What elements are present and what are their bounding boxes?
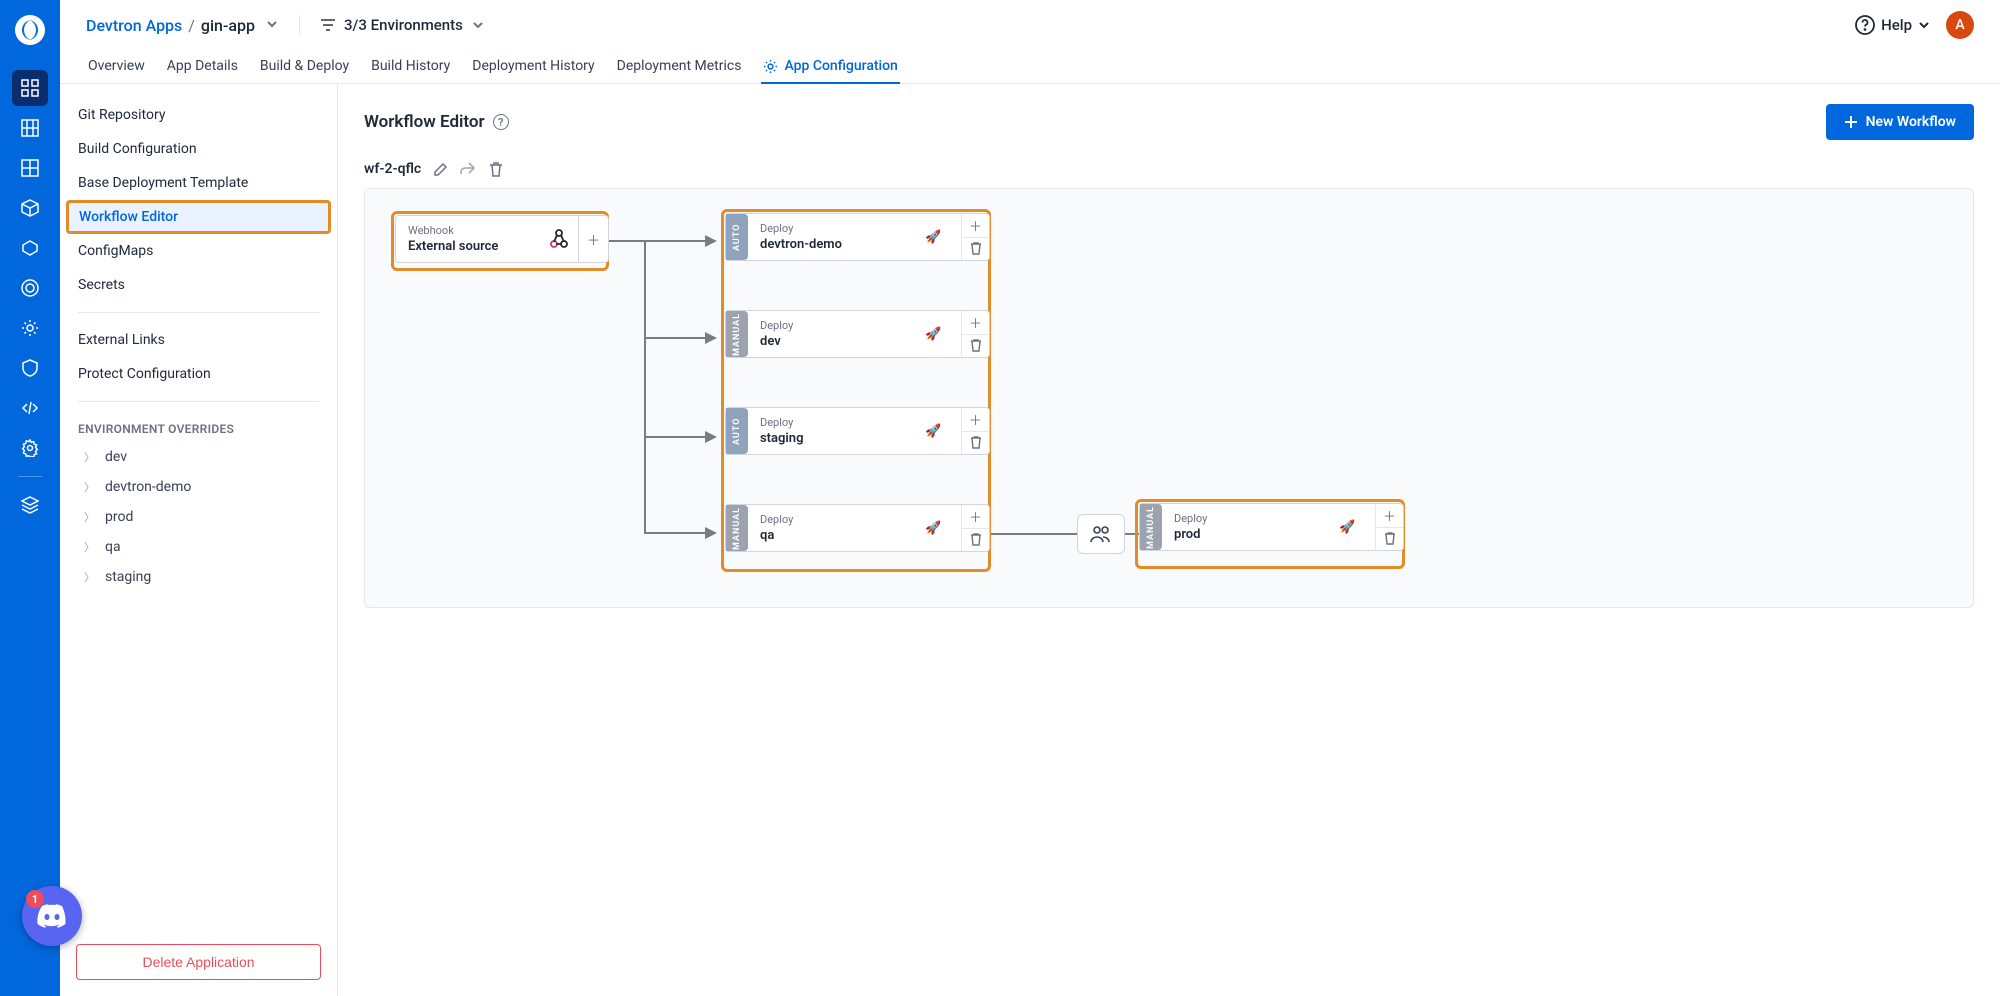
tab-build-history[interactable]: Build History — [369, 50, 452, 84]
plus-icon — [1844, 115, 1858, 129]
rocket-icon: 🚀 — [925, 521, 949, 536]
sidebar-item-git-repository[interactable]: Git Repository — [60, 98, 337, 132]
tab-app-configuration[interactable]: App Configuration — [761, 50, 899, 84]
discord-badge: 1 — [26, 890, 44, 908]
top-bar: Devtron Apps / gin-app 3/3 Environments … — [60, 0, 2000, 50]
rocket-icon: 🚀 — [925, 327, 949, 342]
approval-gate[interactable] — [1077, 514, 1125, 554]
plus-icon[interactable]: ＋ — [962, 311, 989, 335]
trash-icon[interactable] — [962, 529, 989, 552]
avatar[interactable]: A — [1946, 11, 1974, 39]
deploy-mode-badge: AUTO — [726, 214, 748, 260]
deploy-node-staging[interactable]: AUTODeploystaging🚀＋ — [725, 407, 990, 455]
deploy-mode-badge: MANUAL — [726, 311, 748, 357]
deploy-mode-badge: MANUAL — [1140, 504, 1162, 550]
plus-icon[interactable]: ＋ — [962, 408, 989, 432]
chevron-down-icon — [471, 18, 485, 32]
workflow-canvas: Webhook External source ＋ AUTODeploydevt… — [364, 188, 1974, 608]
plus-icon[interactable]: ＋ — [962, 505, 989, 529]
new-workflow-button[interactable]: New Workflow — [1826, 104, 1974, 140]
tab-overview[interactable]: Overview — [86, 50, 147, 84]
help-button[interactable]: Help — [1855, 15, 1930, 35]
help-circle-icon[interactable]: ? — [493, 114, 509, 130]
env-override-dev[interactable]: 〉dev — [60, 442, 337, 472]
rail-shield-icon[interactable] — [12, 350, 48, 386]
env-overrides-heading: ENVIRONMENT OVERRIDES — [60, 412, 337, 442]
rocket-icon: 🚀 — [925, 424, 949, 439]
webhook-icon — [540, 216, 578, 262]
breadcrumb-current: gin-app — [201, 16, 255, 35]
rail-code-icon[interactable] — [12, 390, 48, 426]
breadcrumb: Devtron Apps / gin-app — [86, 16, 279, 35]
env-override-staging[interactable]: 〉staging — [60, 562, 337, 592]
add-icon[interactable]: ＋ — [578, 216, 608, 262]
env-override-devtron-demo[interactable]: 〉devtron-demo — [60, 472, 337, 502]
chevron-down-icon — [1918, 19, 1930, 31]
forward-icon[interactable] — [459, 160, 477, 178]
rail-apps-icon[interactable] — [12, 70, 48, 106]
sidebar-item-base-deployment-template[interactable]: Base Deployment Template — [60, 166, 337, 200]
chevron-down-icon[interactable] — [265, 16, 279, 35]
tab-build-deploy[interactable]: Build & Deploy — [258, 50, 351, 84]
help-circle-icon — [1855, 15, 1875, 35]
sidebar-item-secrets[interactable]: Secrets — [60, 268, 337, 302]
sidebar-item-build-configuration[interactable]: Build Configuration — [60, 132, 337, 166]
chevron-right-icon: 〉 — [84, 569, 95, 585]
users-icon — [1090, 525, 1112, 543]
deploy-mode-badge: AUTO — [726, 408, 748, 454]
tab-deployment-metrics[interactable]: Deployment Metrics — [615, 50, 744, 84]
deploy-node-dev[interactable]: MANUALDeploydev🚀＋ — [725, 310, 990, 358]
trash-icon[interactable] — [962, 238, 989, 261]
delete-application-button[interactable]: Delete Application — [76, 944, 321, 980]
rail-box-icon[interactable] — [12, 190, 48, 226]
rail-grid2-icon[interactable] — [12, 110, 48, 146]
breadcrumb-parent[interactable]: Devtron Apps — [86, 16, 182, 35]
rail-settings-icon[interactable] — [12, 430, 48, 466]
tab-app-details[interactable]: App Details — [165, 50, 240, 84]
rail-cube-icon[interactable] — [12, 230, 48, 266]
workflow-name-row: wf-2-qflc — [364, 160, 1974, 178]
gear-icon — [763, 59, 778, 74]
page-title: Workflow Editor ? — [364, 112, 509, 132]
workflow-name: wf-2-qflc — [364, 161, 421, 177]
rail-gear-icon[interactable] — [12, 310, 48, 346]
deploy-node-devtron-demo[interactable]: AUTODeploydevtron-demo🚀＋ — [725, 213, 990, 261]
trash-icon[interactable] — [962, 432, 989, 455]
chevron-right-icon: 〉 — [84, 509, 95, 525]
tab-deployment-history[interactable]: Deployment History — [470, 50, 596, 84]
sidebar-item-protect-configuration[interactable]: Protect Configuration — [60, 357, 337, 391]
sidebar-item-workflow-editor[interactable]: Workflow Editor — [66, 200, 331, 234]
deploy-mode-badge: MANUAL — [726, 505, 748, 551]
deploy-node-prod[interactable]: MANUAL Deploy prod 🚀 ＋ — [1139, 503, 1404, 551]
plus-icon[interactable]: ＋ — [962, 214, 989, 238]
rocket-icon: 🚀 — [1339, 520, 1363, 535]
trash-icon[interactable] — [962, 335, 989, 358]
trash-icon[interactable] — [487, 160, 505, 178]
discord-button[interactable]: 1 — [22, 886, 82, 946]
deploy-node-qa[interactable]: MANUALDeployqa🚀＋ — [725, 504, 990, 552]
env-override-qa[interactable]: 〉qa — [60, 532, 337, 562]
rail-window-icon[interactable] — [12, 150, 48, 186]
chevron-right-icon: 〉 — [84, 539, 95, 555]
plus-icon[interactable]: ＋ — [1376, 504, 1403, 528]
rail-target-icon[interactable] — [12, 270, 48, 306]
sidebar-item-configmaps[interactable]: ConfigMaps — [60, 234, 337, 268]
rocket-icon: 🚀 — [925, 230, 949, 245]
devtron-logo[interactable] — [10, 10, 50, 50]
nav-rail — [0, 0, 60, 996]
sidebar-item-external-links[interactable]: External Links — [60, 323, 337, 357]
tabs: Overview App Details Build & Deploy Build H… — [60, 50, 2000, 84]
trash-icon[interactable] — [1376, 528, 1403, 551]
env-override-prod[interactable]: 〉prod — [60, 502, 337, 532]
config-sidebar: Git RepositoryBuild ConfigurationBase De… — [60, 84, 338, 996]
source-node[interactable]: Webhook External source ＋ — [395, 215, 609, 263]
filter-icon — [320, 18, 336, 32]
chevron-right-icon: 〉 — [84, 449, 95, 465]
chevron-right-icon: 〉 — [84, 479, 95, 495]
rail-layers-icon[interactable] — [12, 487, 48, 523]
env-filter[interactable]: 3/3 Environments — [320, 16, 485, 34]
edit-icon[interactable] — [431, 160, 449, 178]
